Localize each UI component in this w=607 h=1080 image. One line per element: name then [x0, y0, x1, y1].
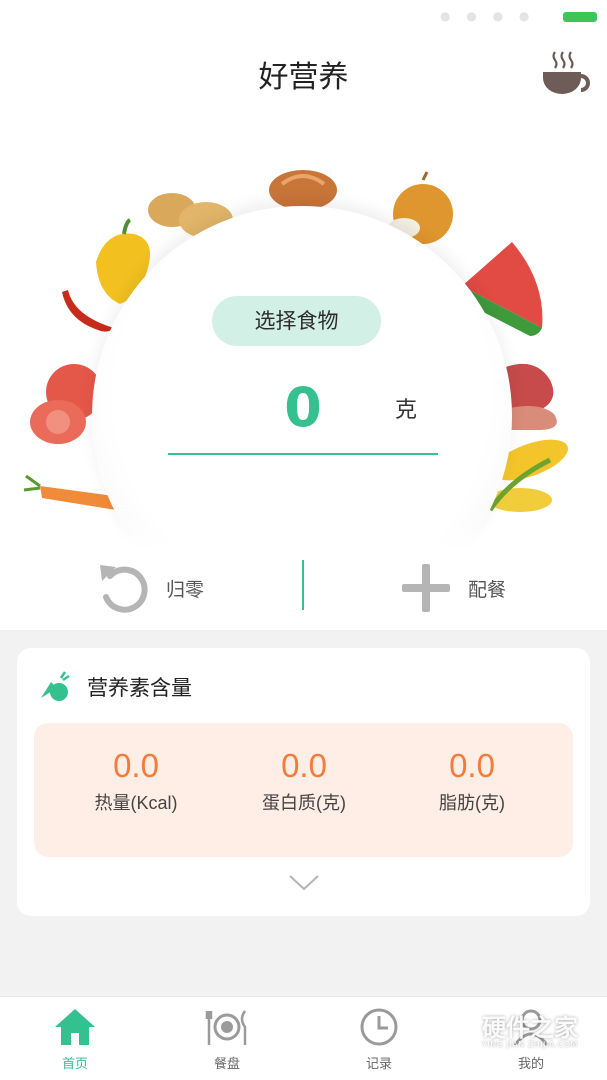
tab-records[interactable]: 记录	[324, 1007, 434, 1079]
tab-plate[interactable]: 餐盘	[172, 1007, 282, 1079]
tab-home[interactable]: 首页	[20, 1007, 130, 1079]
chili-icon	[62, 290, 114, 332]
nutrition-panel: 0.0 热量(Kcal) 0.0 蛋白质(克) 0.0 脂肪(克)	[34, 723, 573, 857]
weight-underline	[168, 453, 438, 455]
dinner-plate-icon	[205, 1010, 247, 1045]
chevron-down-icon[interactable]	[288, 874, 320, 892]
watermark-main-text: 硬件之家	[482, 1014, 578, 1042]
protein-stat: 0.0 蛋白质(克)	[229, 747, 379, 815]
status-icons: ● ● ● ●	[440, 9, 536, 23]
home-icon	[55, 1009, 95, 1045]
action-divider	[302, 560, 304, 610]
status-bar: ● ● ● ●	[0, 0, 607, 30]
coffee-cup-icon[interactable]	[537, 48, 593, 100]
meal-plan-label: 配餐	[468, 578, 507, 601]
nutrition-card: 营养素含量 0.0 热量(Kcal) 0.0 蛋白质(克) 0.0 脂肪(克)	[17, 648, 590, 916]
battery-icon	[563, 12, 597, 22]
protein-value: 0.0	[281, 747, 327, 784]
watermark: 硬件之家 YING JIAN ZHIJIA.COM	[436, 1006, 596, 1056]
fat-value: 0.0	[449, 747, 495, 784]
calorie-stat: 0.0 热量(Kcal)	[61, 747, 211, 815]
rotate-left-icon	[100, 565, 148, 613]
protein-label: 蛋白质(克)	[262, 793, 346, 813]
watermark-sub-text: YING JIAN ZHIJIA.COM	[482, 1040, 578, 1049]
calorie-label: 热量(Kcal)	[94, 793, 178, 813]
tab-home-label: 首页	[61, 1057, 88, 1072]
watermark-logo-icon	[438, 1008, 478, 1052]
page-title: 好营养	[258, 60, 349, 95]
tab-records-label: 记录	[365, 1057, 392, 1072]
fat-stat: 0.0 脂肪(克)	[397, 747, 547, 815]
plus-icon	[402, 564, 450, 612]
meal-plan-button[interactable]: 配餐	[400, 556, 506, 620]
calorie-value: 0.0	[113, 747, 159, 784]
nutrition-title: 营养素含量	[87, 676, 192, 700]
select-food-button[interactable]: 选择食物	[212, 296, 381, 346]
reset-label: 归零	[166, 578, 205, 601]
reset-button[interactable]: 归零	[96, 556, 204, 620]
vegetables-icon	[41, 671, 70, 701]
fat-label: 脂肪(克)	[439, 793, 505, 813]
clock-icon	[360, 1008, 398, 1046]
weight-unit: 克	[395, 398, 418, 423]
tab-plate-label: 餐盘	[213, 1057, 240, 1072]
